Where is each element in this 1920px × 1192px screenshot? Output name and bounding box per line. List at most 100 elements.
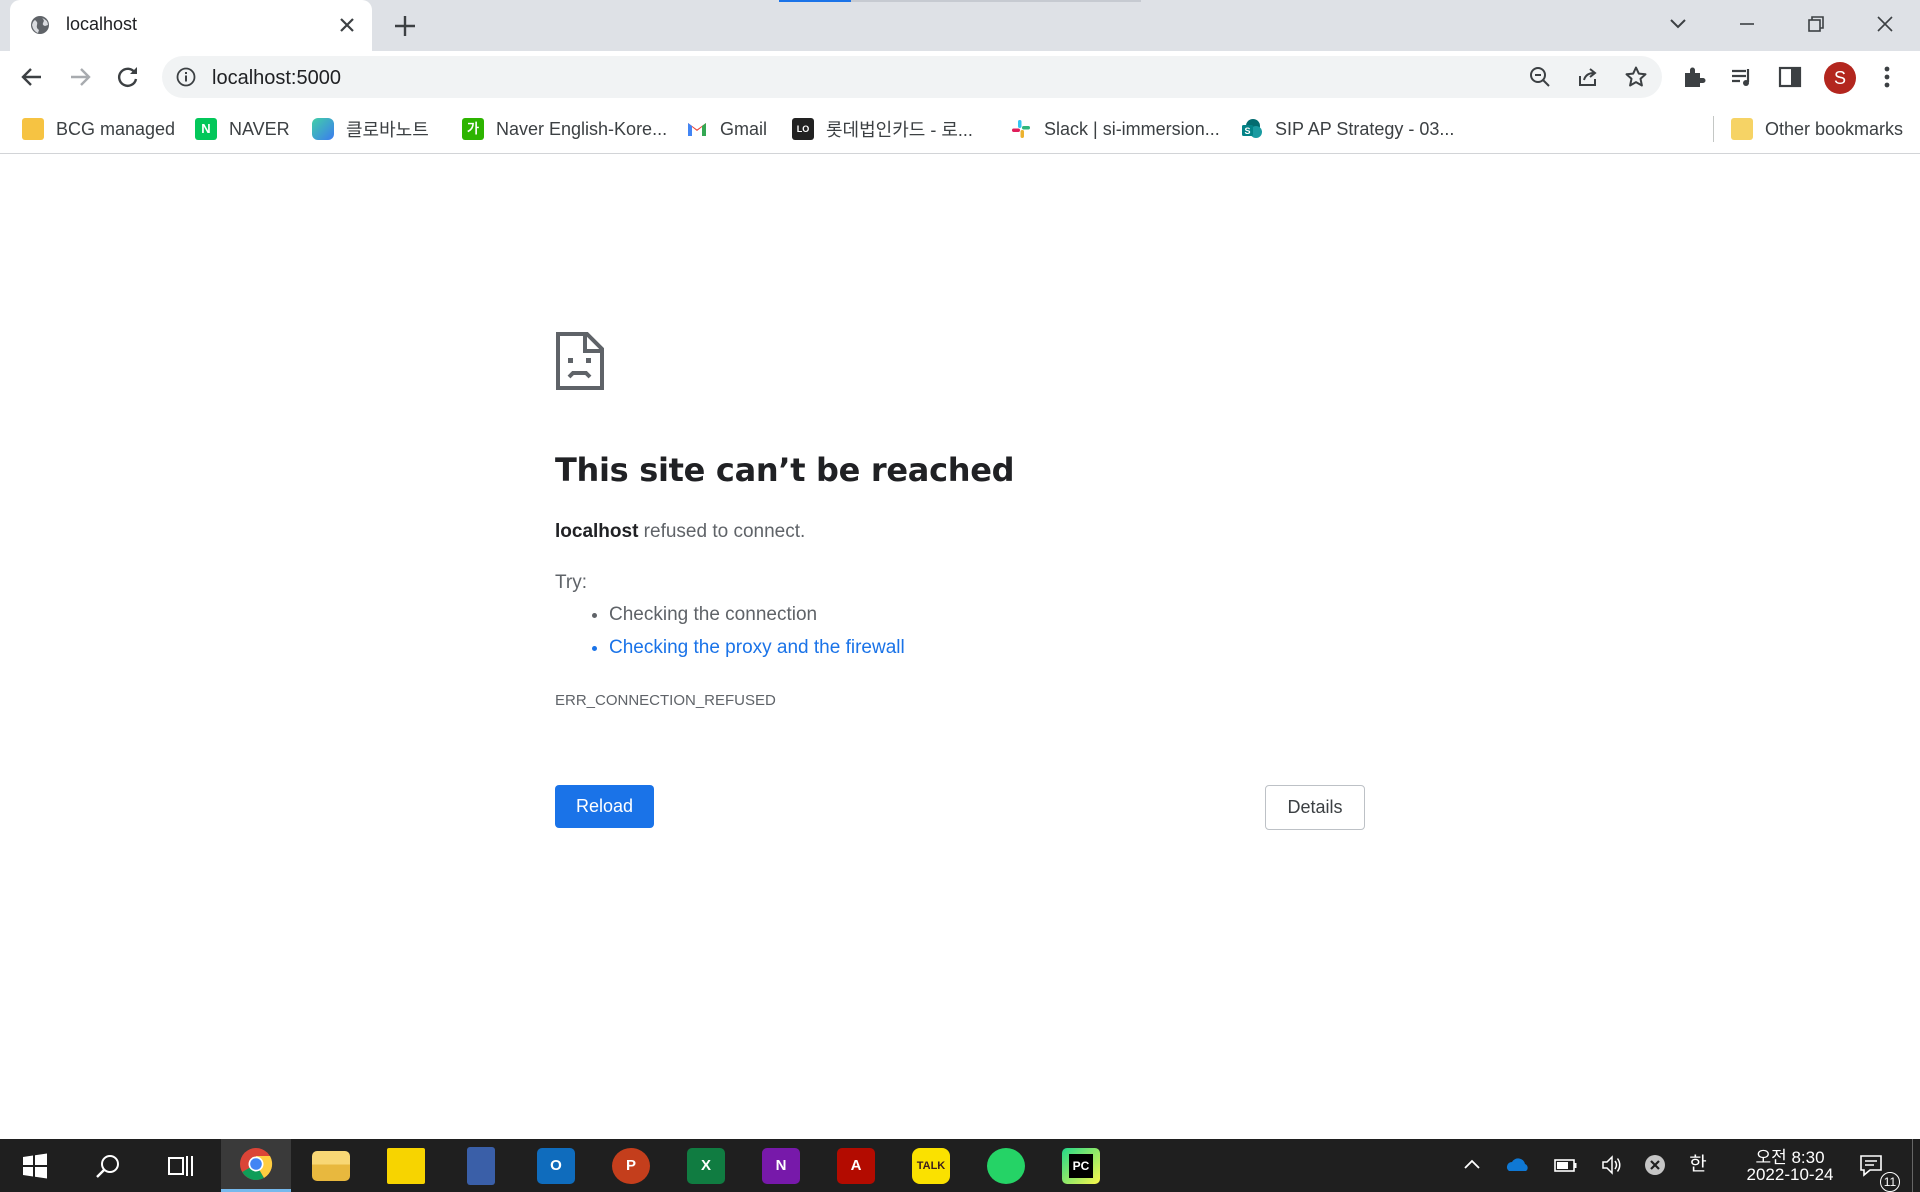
taskbar-sticky-notes[interactable] <box>373 1139 439 1192</box>
error-summary: localhost refused to connect. <box>555 521 805 543</box>
bookmark-star-icon[interactable] <box>1624 65 1648 89</box>
notifications-icon[interactable] <box>1858 1152 1884 1178</box>
pycharm-icon: PC <box>1062 1147 1100 1184</box>
tab-title: localhost <box>66 14 138 34</box>
show-desktop-button[interactable] <box>1912 1139 1913 1192</box>
taskbar-onenote[interactable]: N <box>748 1139 814 1192</box>
ime-indicator[interactable]: 한 <box>1685 1152 1711 1178</box>
error-summary-text: refused to connect. <box>638 521 806 542</box>
error-title: This site can’t be reached <box>555 451 1015 489</box>
folder-icon <box>312 1150 350 1181</box>
bookmark-sip-ap-strategy[interactable]: S SIP AP Strategy - 03... <box>1241 114 1454 144</box>
bookmark-clova-note[interactable]: 클로바노트 <box>312 114 429 144</box>
suggestion-check-connection: Checking the connection <box>609 603 905 636</box>
start-button[interactable] <box>2 1139 68 1192</box>
side-panel-icon[interactable] <box>1776 63 1804 91</box>
gmail-icon <box>688 123 706 136</box>
taskbar-outlook[interactable]: O <box>523 1139 589 1192</box>
bookmark-naver-dict[interactable]: 가 Naver English-Kore... <box>462 114 667 144</box>
taskbar-excel[interactable]: X <box>673 1139 739 1192</box>
bookmark-label: BCG managed <box>56 118 176 139</box>
address-bar[interactable]: localhost:5000 <box>162 56 1662 98</box>
bookmark-label: SIP AP Strategy - 03... <box>1275 118 1455 139</box>
url-text[interactable]: localhost:5000 <box>212 67 341 90</box>
bookmark-bcg-managed[interactable]: BCG managed <box>22 114 175 144</box>
task-view-icon <box>168 1155 193 1176</box>
bookmarks-bar: BCG managed N NAVER 클로바노트 가 Naver Englis… <box>0 104 1920 154</box>
bookmark-naver[interactable]: N NAVER <box>195 114 290 144</box>
acrobat-icon: A <box>837 1147 875 1184</box>
extensions-icon[interactable] <box>1680 63 1708 91</box>
bookmark-label: 롯데법인카드 - 로... <box>826 120 973 140</box>
restore-icon[interactable] <box>1802 10 1830 38</box>
outlook-icon: O <box>537 1147 575 1184</box>
new-tab-icon[interactable] <box>392 13 418 39</box>
sticky-notes-icon <box>387 1147 425 1184</box>
tab-strip-line <box>851 0 1141 2</box>
tab-strip-accent-line <box>779 0 851 2</box>
bookmark-label: Slack | si-immersion... <box>1044 118 1220 139</box>
folder-icon <box>22 118 44 140</box>
tab-strip: localhost <box>0 0 1920 51</box>
powerpoint-icon: P <box>612 1147 650 1184</box>
taskbar-search[interactable] <box>75 1139 141 1192</box>
taskbar-file-explorer[interactable] <box>298 1139 364 1192</box>
show-hidden-icons-icon[interactable] <box>1459 1152 1485 1178</box>
taskbar-chrome[interactable] <box>221 1139 291 1192</box>
close-window-icon[interactable] <box>1871 10 1899 38</box>
battery-icon[interactable] <box>1553 1152 1579 1178</box>
globe-icon <box>31 16 49 34</box>
tab-search-icon[interactable] <box>1664 10 1692 38</box>
naver-icon: N <box>195 118 217 140</box>
kakaotalk-icon: TALK <box>912 1147 950 1184</box>
try-label: Try: <box>555 572 588 593</box>
site-info-icon[interactable] <box>176 67 196 87</box>
bookmark-label: Naver English-Kore... <box>496 118 668 139</box>
more-menu-icon[interactable] <box>1873 63 1901 91</box>
suggestion-check-proxy-link[interactable]: Checking the proxy and the firewall <box>609 636 905 669</box>
search-icon <box>96 1154 119 1178</box>
taskbar-pycharm[interactable]: PC <box>1048 1139 1114 1192</box>
taskbar-acrobat[interactable]: A <box>823 1139 889 1192</box>
details-button[interactable]: Details <box>1265 785 1365 830</box>
error-page: This site can’t be reached localhost ref… <box>0 155 1920 1139</box>
bookmark-gmail[interactable]: Gmail <box>686 114 767 144</box>
clock-date[interactable]: 2022-10-24 <box>1725 1165 1855 1185</box>
error-host: localhost <box>555 521 639 542</box>
profile-avatar[interactable]: S <box>1824 62 1856 94</box>
onenote-icon: N <box>762 1147 800 1184</box>
network-disconnected-icon[interactable] <box>1642 1152 1668 1178</box>
taskbar-powerpoint[interactable]: P <box>598 1139 664 1192</box>
bookmark-lotte-card[interactable]: LO 롯데법인카드 - 로... <box>792 114 973 144</box>
excel-icon: X <box>687 1147 725 1184</box>
taskbar-whatsapp[interactable] <box>973 1139 1039 1192</box>
reload-button[interactable]: Reload <box>555 785 654 828</box>
tab-localhost[interactable]: localhost <box>10 0 372 51</box>
error-code: ERR_CONNECTION_REFUSED <box>555 692 776 709</box>
onedrive-icon[interactable] <box>1505 1152 1531 1178</box>
windows-taskbar: O P X N A TALK PC 한 오전 8:30 2022-10-24 1… <box>0 1139 1920 1192</box>
minimize-icon[interactable] <box>1733 10 1761 38</box>
forward-icon[interactable] <box>66 63 94 91</box>
zoom-out-icon[interactable] <box>1528 65 1552 89</box>
media-control-icon[interactable] <box>1728 63 1756 91</box>
close-tab-icon[interactable] <box>336 14 358 36</box>
bookmark-slack[interactable]: Slack | si-immersion... <box>1010 114 1220 144</box>
svg-text:S: S <box>1244 126 1250 136</box>
calculator-icon <box>467 1146 495 1185</box>
bookmark-label: NAVER <box>229 118 290 139</box>
back-icon[interactable] <box>18 63 46 91</box>
sad-page-icon <box>556 332 604 390</box>
volume-icon[interactable] <box>1599 1152 1625 1178</box>
naver-dict-icon: 가 <box>462 118 484 140</box>
taskbar-calculator[interactable] <box>448 1139 514 1192</box>
sharepoint-icon: S <box>1242 119 1262 138</box>
lotte-card-icon: LO <box>792 118 814 140</box>
chrome-icon <box>240 1148 273 1181</box>
taskbar-kakaotalk[interactable]: TALK <box>898 1139 964 1192</box>
reload-icon[interactable] <box>114 63 142 91</box>
bookmark-label: Gmail <box>720 118 768 139</box>
share-icon[interactable] <box>1576 65 1600 89</box>
task-view-button[interactable] <box>148 1139 214 1192</box>
other-bookmarks[interactable]: Other bookmarks <box>1731 114 1903 144</box>
